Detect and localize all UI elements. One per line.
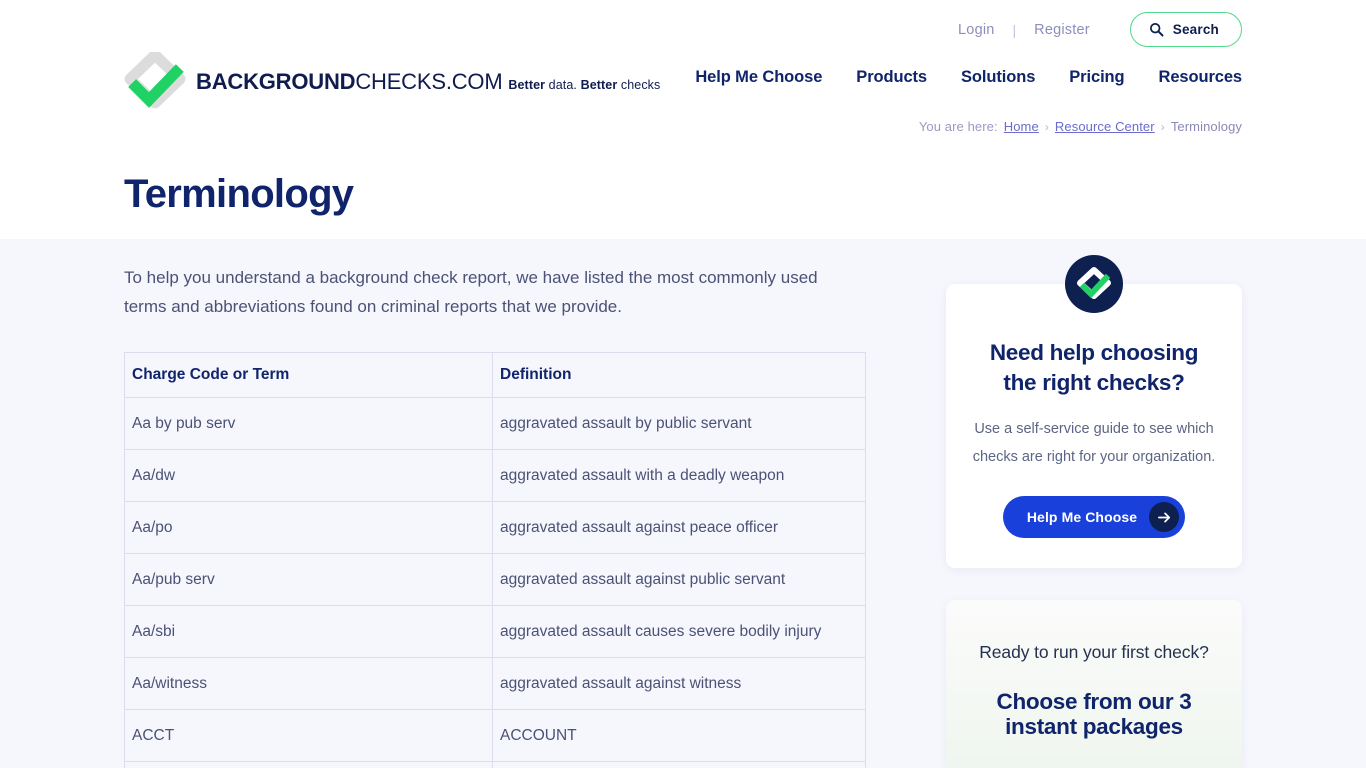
definition-cell: ACCOUNT xyxy=(492,709,866,762)
column-header-charge-code: Charge Code or Term xyxy=(124,352,493,398)
breadcrumb-separator-1: › xyxy=(1044,119,1049,134)
definition-cell: aggravated assault with a deadly weapon xyxy=(492,449,866,502)
help-choosing-title: Need help choosing the right checks? xyxy=(989,340,1199,395)
page-root: Login | Register Search BACKGROUNDCHECKS… xyxy=(0,0,1366,768)
page-title: Terminology xyxy=(124,172,354,216)
tagline-bold-2: Better xyxy=(580,78,618,92)
search-button[interactable]: Search xyxy=(1129,12,1242,47)
breadcrumb-link-resource-center[interactable]: Resource Center xyxy=(1055,119,1155,134)
help-choosing-card: Need help choosing the right checks? Use… xyxy=(946,255,1242,568)
definition-cell: aggravated assault by public servant xyxy=(492,397,866,450)
breadcrumb-link-home[interactable]: Home xyxy=(1004,119,1039,134)
term-cell: Aa/pub serv xyxy=(124,553,493,606)
table-row: Aa/pub serv aggravated assault against p… xyxy=(124,553,866,606)
nav-item-resources[interactable]: Resources xyxy=(1142,68,1243,87)
terminology-table: Charge Code or Term Definition Aa by pub… xyxy=(124,352,866,768)
logo-word-bold: BACKGROUND xyxy=(196,69,356,94)
breadcrumb-separator-2: › xyxy=(1160,119,1165,134)
definition-cell: aggravated assault causes severe bodily … xyxy=(492,605,866,658)
table-row: Aa/witness aggravated assault against wi… xyxy=(124,657,866,710)
definition-cell: aggravated assault against witness xyxy=(492,657,866,710)
search-button-label: Search xyxy=(1172,22,1219,37)
logo-diamond-check-icon xyxy=(124,49,186,110)
term-cell: Aa/dw xyxy=(124,449,493,502)
nav-item-pricing[interactable]: Pricing xyxy=(1052,68,1141,87)
breadcrumb: You are here: Home › Resource Center › T… xyxy=(919,119,1242,134)
nav-item-solutions[interactable]: Solutions xyxy=(944,68,1052,87)
register-link[interactable]: Register xyxy=(1016,22,1108,38)
body-area: To help you understand a background chec… xyxy=(0,239,1366,768)
term-cell: Acquittal xyxy=(124,761,493,768)
arrow-right-icon xyxy=(1149,502,1180,532)
login-link[interactable]: Login xyxy=(940,22,1012,38)
logo-word-light: CHECKS.COM xyxy=(355,69,503,94)
nav-item-help-me-choose[interactable]: Help Me Choose xyxy=(678,68,839,87)
help-choosing-body: Use a self-service guide to see which ch… xyxy=(972,421,1216,465)
tagline-bold-1: Better xyxy=(508,78,546,92)
intro-paragraph: To help you understand a background chec… xyxy=(124,268,818,316)
pricing-subhead: Ready to run your first check? xyxy=(979,642,1209,662)
table-row: Acquittal Judgment that a criminal defen… xyxy=(124,761,866,768)
pricing-card: Ready to run your first check? Choose fr… xyxy=(946,600,1242,768)
table-row: Aa/po aggravated assault against peace o… xyxy=(124,501,866,554)
main-content: To help you understand a background chec… xyxy=(124,263,866,768)
logo-tagline: Better data. Better checks xyxy=(508,78,660,92)
brand-badge-icon xyxy=(1065,255,1123,313)
pricing-title: Choose from our 3 instant packages xyxy=(996,689,1192,739)
table-row: ACCT ACCOUNT xyxy=(124,709,866,762)
table-header-row: Charge Code or Term Definition xyxy=(124,352,866,398)
table-row: Aa/sbi aggravated assault causes severe … xyxy=(124,605,866,658)
breadcrumb-lead: You are here: xyxy=(918,119,998,134)
tagline-text-1: data. xyxy=(545,78,581,92)
column-header-definition: Definition xyxy=(492,352,866,398)
term-cell: ACCT xyxy=(124,709,493,762)
nav-item-products[interactable]: Products xyxy=(839,68,944,87)
definition-cell: aggravated assault against peace officer xyxy=(492,501,866,554)
table-row: Aa by pub serv aggravated assault by pub… xyxy=(124,397,866,450)
site-header: Login | Register Search BACKGROUNDCHECKS… xyxy=(0,0,1366,239)
definition-cell: aggravated assault against public servan… xyxy=(492,553,866,606)
logo-wordmark: BACKGROUNDCHECKS.COM Better data. Better… xyxy=(196,69,660,93)
term-cell: Aa/witness xyxy=(124,657,493,710)
term-cell: Aa/sbi xyxy=(124,605,493,658)
help-me-choose-button[interactable]: Help Me Choose xyxy=(1002,496,1186,538)
term-cell: Aa by pub serv xyxy=(124,397,493,450)
definition-cell: Judgment that a criminal defendant has n… xyxy=(492,761,866,768)
help-me-choose-label: Help Me Choose xyxy=(1026,509,1138,525)
breadcrumb-current: Terminology xyxy=(1170,119,1242,134)
main-navigation: Help Me Choose Products Solutions Pricin… xyxy=(678,68,1242,87)
sidebar: Need help choosing the right checks? Use… xyxy=(946,255,1242,768)
term-cell: Aa/po xyxy=(124,501,493,554)
site-logo[interactable]: BACKGROUNDCHECKS.COM Better data. Better… xyxy=(124,49,660,110)
search-icon xyxy=(1149,22,1164,37)
tagline-text-2: checks xyxy=(617,78,661,92)
table-row: Aa/dw aggravated assault with a deadly w… xyxy=(124,449,866,502)
utility-bar: Login | Register Search xyxy=(940,12,1242,47)
